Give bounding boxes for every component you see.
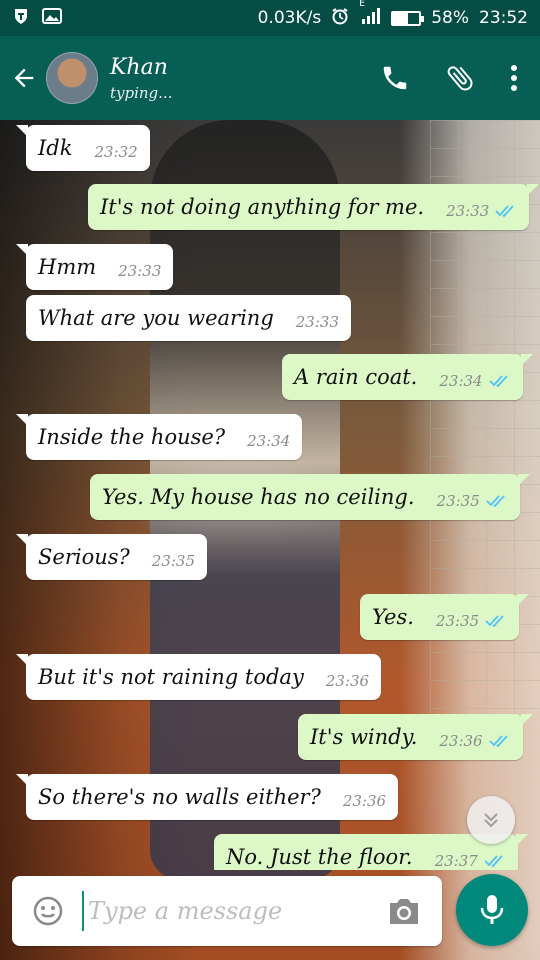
message-text: Idk (38, 136, 73, 160)
message-time: 23:36 (342, 792, 387, 810)
message-incoming[interactable]: Inside the house? 23:34 (15, 414, 303, 460)
battery-percent: 58% (431, 8, 469, 28)
message-outgoing[interactable]: It's windy. 23:36 (298, 714, 533, 760)
message-text: Serious? (38, 545, 130, 569)
message-time: 23:36 (439, 732, 483, 750)
battery-icon (391, 10, 425, 26)
double-check-icon (486, 494, 508, 508)
arrow-left-icon (14, 68, 34, 88)
more-vertical-icon (511, 65, 517, 91)
compose-bar (12, 876, 442, 946)
mic-icon (480, 895, 504, 924)
message-incoming[interactable]: Serious? 23:35 (15, 534, 208, 580)
image-icon (42, 7, 62, 29)
phone-icon (383, 66, 407, 90)
message-outgoing[interactable]: No. Just the floor. 23:37 (214, 834, 528, 870)
message-outgoing[interactable]: It's not doing anything for me. 23:33 (88, 184, 540, 230)
double-check-icon (485, 614, 507, 628)
message-time: 23:33 (446, 202, 490, 220)
message-text: It's not doing anything for me. (100, 195, 425, 219)
message-time: 23:33 (118, 262, 162, 280)
paperclip-icon (447, 66, 473, 91)
message-time: 23:32 (94, 143, 138, 161)
message-text: Hmm (38, 255, 97, 279)
message-time: 23:37 (434, 852, 478, 870)
camera-icon (390, 899, 418, 924)
message-clip: No. Just the floor. 23:37 (0, 830, 540, 870)
message-text: It's windy. (310, 725, 418, 749)
message-text: What are you wearing (38, 306, 274, 330)
camera-button[interactable] (386, 896, 422, 926)
signal-label: E (359, 0, 365, 9)
double-check-icon (495, 204, 517, 218)
message-text: But it's not raining today (38, 665, 304, 689)
message-incoming[interactable]: But it's not raining today 23:36 (15, 654, 382, 700)
clock: 23:52 (479, 8, 528, 28)
message-time: 23:33 (295, 313, 339, 331)
contact-name: Khan (110, 54, 168, 80)
message-text: Yes. (372, 605, 414, 629)
message-time: 23:36 (325, 672, 370, 690)
avatar[interactable] (46, 52, 98, 104)
voice-record-button[interactable] (456, 874, 528, 946)
message-text: Yes. My house has no ceiling. (102, 485, 415, 509)
message-text: So there's no walls either? (38, 785, 321, 809)
back-button[interactable] (2, 36, 46, 120)
network-speed: 0.03K/s (257, 8, 322, 28)
double-check-icon (488, 734, 511, 748)
message-incoming[interactable]: Idk 23:32 (16, 125, 150, 171)
smiley-icon (33, 896, 63, 926)
message-time: 23:34 (247, 432, 291, 450)
scroll-to-bottom-button[interactable] (467, 796, 515, 844)
signal-icon: E (359, 0, 381, 30)
attach-button[interactable] (444, 62, 476, 94)
double-check-icon (488, 374, 511, 388)
contact-status: typing... (110, 83, 173, 102)
contact-info[interactable]: Khan typing... (110, 55, 172, 102)
call-button[interactable] (380, 63, 410, 93)
message-outgoing[interactable]: A rain coat. 23:34 (282, 354, 533, 400)
message-time: 23:35 (151, 552, 196, 570)
status-bar: 0.03K/s E 58% 23:52 (0, 0, 540, 36)
message-incoming[interactable]: What are you wearing 23:33 (26, 295, 351, 341)
message-time: 23:35 (435, 612, 480, 630)
vpn-shield-icon (12, 7, 30, 30)
message-outgoing[interactable]: Yes. My house has no ceiling. 23:35 (90, 474, 530, 520)
message-input[interactable] (82, 891, 362, 931)
alarm-icon (331, 7, 349, 30)
emoji-button[interactable] (32, 895, 64, 927)
message-text: No. Just the floor. (226, 845, 413, 869)
more-options-button[interactable] (510, 64, 518, 92)
chat-header: Khan typing... (0, 36, 540, 120)
message-outgoing[interactable]: Yes. 23:35 (360, 594, 530, 640)
message-incoming[interactable]: So there's no walls either? 23:36 (15, 774, 399, 820)
message-time: 23:35 (436, 492, 480, 510)
message-time: 23:34 (439, 372, 483, 390)
battery-level (393, 12, 409, 24)
double-check-icon (484, 854, 506, 868)
message-incoming[interactable]: Hmm 23:33 (15, 244, 174, 290)
message-text: Inside the house? (38, 425, 226, 449)
message-text: A rain coat. (294, 365, 418, 389)
chevron-double-down-icon (484, 813, 498, 828)
